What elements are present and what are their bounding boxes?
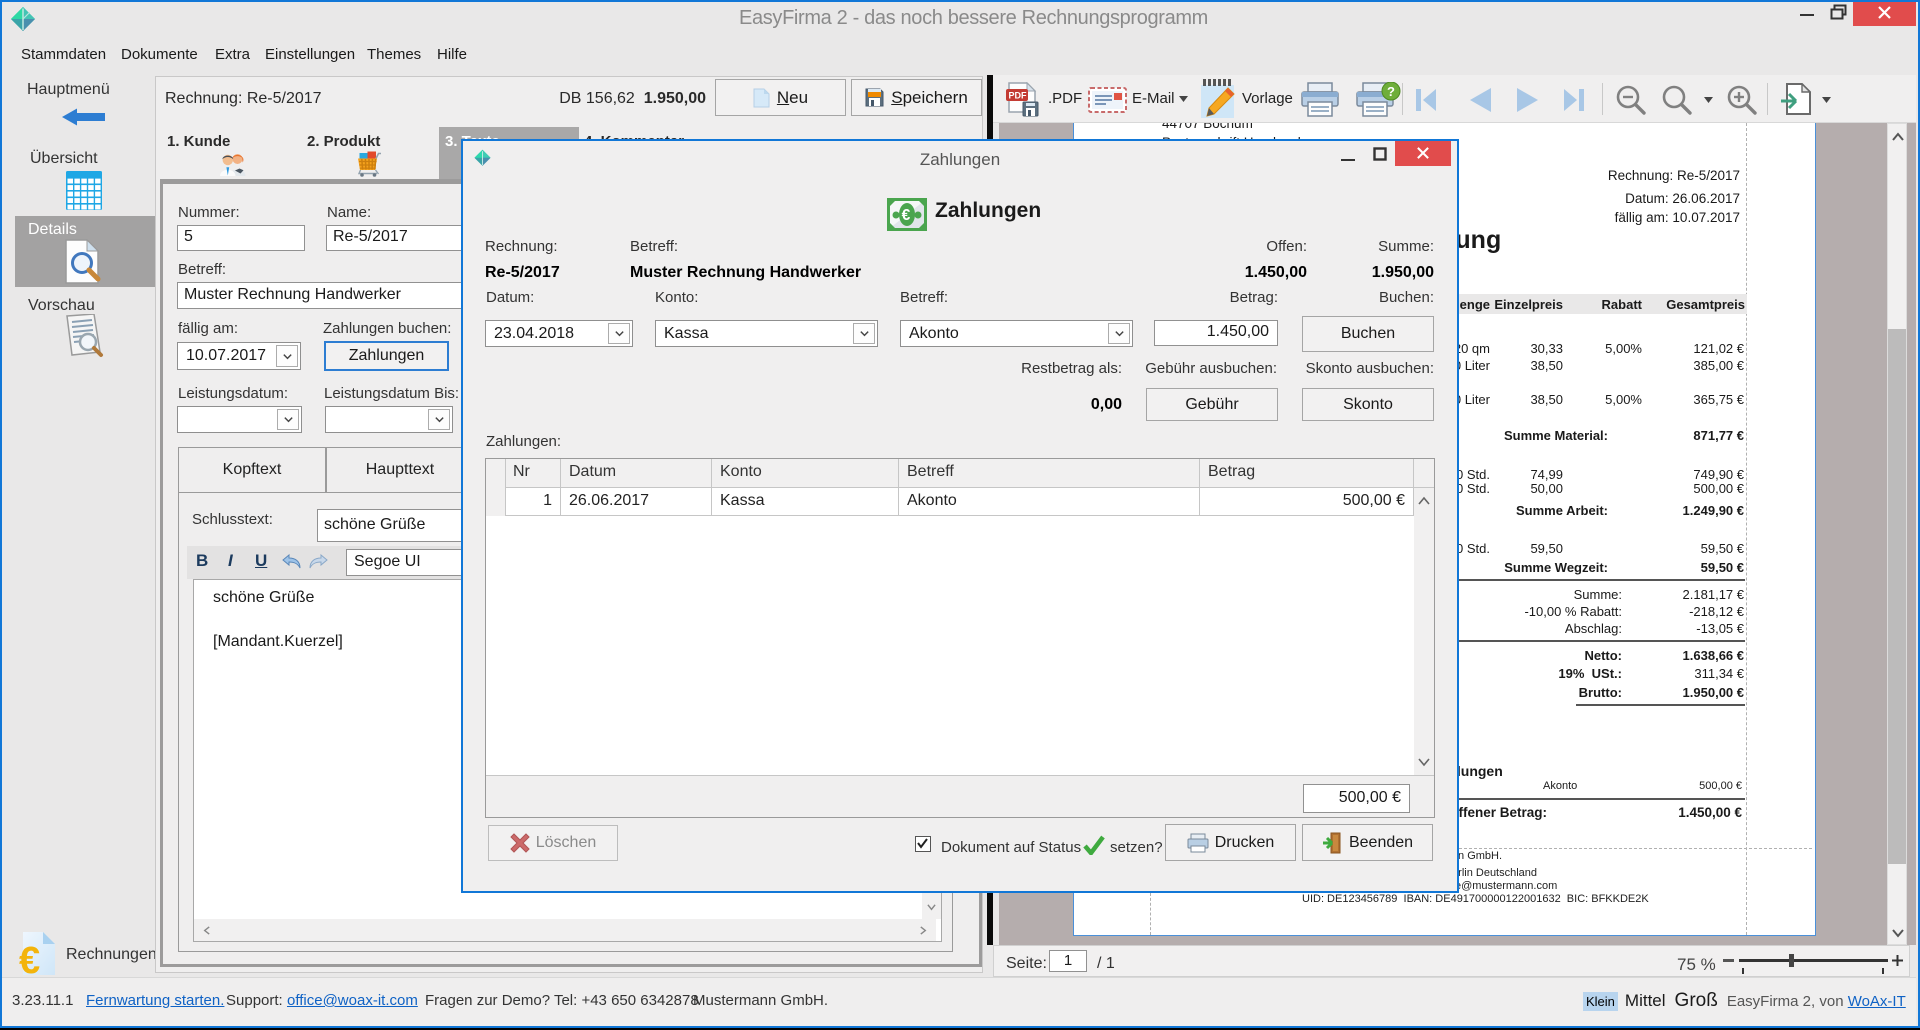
svg-text:€: €: [19, 940, 40, 976]
svg-text:PDF: PDF: [1009, 91, 1028, 101]
svg-text:?: ?: [1387, 84, 1395, 99]
